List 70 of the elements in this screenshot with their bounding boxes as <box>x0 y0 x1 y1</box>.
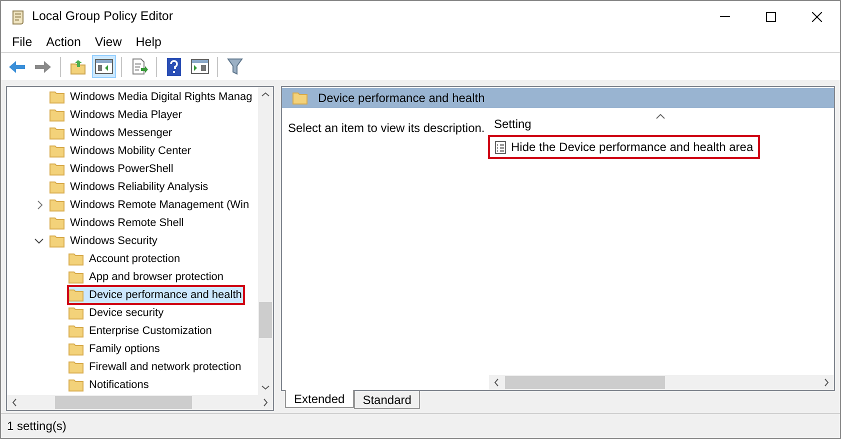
folder-icon <box>68 378 84 392</box>
menu-item[interactable]: File <box>5 32 40 52</box>
menu-item[interactable]: Action <box>39 32 88 52</box>
tree-item[interactable]: Windows Remote Management (Win <box>49 196 252 214</box>
folder-icon <box>68 270 84 284</box>
menu-item[interactable]: View <box>88 32 129 52</box>
folder-icon <box>49 162 65 176</box>
folder-icon <box>68 252 84 266</box>
maximize-icon <box>766 12 776 22</box>
setting-icon <box>495 140 506 154</box>
folder-icon <box>68 324 84 338</box>
tab[interactable]: Extended <box>285 390 354 408</box>
panel-icon <box>95 59 113 74</box>
forward-arrow-icon <box>34 60 52 74</box>
menu-item[interactable]: Help <box>128 32 168 52</box>
scroll-app-icon <box>10 8 26 24</box>
sort-caret-icon <box>656 114 665 119</box>
scrollbar-thumb[interactable] <box>55 396 192 409</box>
close-icon <box>812 12 822 22</box>
tree-item[interactable]: Notifications <box>68 376 151 394</box>
horizontal-scrollbar[interactable] <box>489 375 834 390</box>
setting-row[interactable]: Hide the Device performance and health area <box>489 136 760 158</box>
folder-icon <box>49 180 65 194</box>
folder-icon <box>49 216 65 230</box>
minimize-icon <box>720 16 730 17</box>
window-title: Local Group Policy Editor <box>32 8 174 26</box>
panel-icon <box>191 59 209 74</box>
tree-item[interactable]: Family options <box>68 340 162 358</box>
back-arrow-icon <box>8 60 26 74</box>
folder-icon <box>49 234 65 248</box>
folder-icon <box>49 108 65 122</box>
column-header[interactable]: Setting <box>489 115 532 134</box>
help-icon <box>167 58 181 76</box>
header-title: Device performance and health <box>318 90 485 107</box>
folder-icon <box>49 198 65 212</box>
export-list-icon <box>130 58 148 75</box>
scrollbar-thumb[interactable] <box>505 376 665 389</box>
tree-item[interactable]: Enterprise Customization <box>68 322 214 340</box>
chevron-right-icon[interactable] <box>36 200 44 210</box>
tree-item[interactable]: Windows PowerShell <box>49 160 176 178</box>
tree-item[interactable]: Windows Media Player <box>49 106 184 124</box>
tree-item[interactable]: Device performance and health <box>68 286 244 304</box>
tree-item[interactable]: App and browser protection <box>68 268 226 286</box>
tree-item[interactable]: Windows Messenger <box>49 124 174 142</box>
status-text: 1 setting(s) <box>7 418 66 435</box>
folder-icon <box>49 144 65 158</box>
folder-icon <box>68 342 84 356</box>
tree-item[interactable]: Windows Reliability Analysis <box>49 178 210 196</box>
scrollbar-thumb[interactable] <box>259 302 272 338</box>
folder-icon <box>49 126 65 140</box>
tree-item[interactable]: Account protection <box>68 250 182 268</box>
tree-item[interactable]: Windows Mobility Center <box>49 142 194 160</box>
tree-item[interactable]: Windows Media Digital Rights Manag <box>49 88 254 106</box>
toolbar-button[interactable] <box>92 55 116 78</box>
tree-item[interactable]: Windows Remote Shell <box>49 214 186 232</box>
folder-icon <box>292 91 308 105</box>
folder-icon <box>68 288 84 302</box>
folder-up-icon <box>70 58 86 74</box>
folder-icon <box>68 360 84 374</box>
vertical-scrollbar[interactable] <box>258 87 273 395</box>
description-text: Select an item to view its description. <box>288 121 485 135</box>
folder-icon <box>68 306 84 320</box>
filter-icon <box>227 58 243 75</box>
folder-icon <box>49 90 65 104</box>
tree-item[interactable]: Device security <box>68 304 166 322</box>
tree-item[interactable]: Firewall and network protection <box>68 358 244 376</box>
chevron-down-icon[interactable] <box>34 237 44 245</box>
horizontal-scrollbar[interactable] <box>7 395 273 410</box>
tab[interactable]: Standard <box>354 391 420 409</box>
tree-item[interactable]: Windows Security <box>49 232 160 250</box>
